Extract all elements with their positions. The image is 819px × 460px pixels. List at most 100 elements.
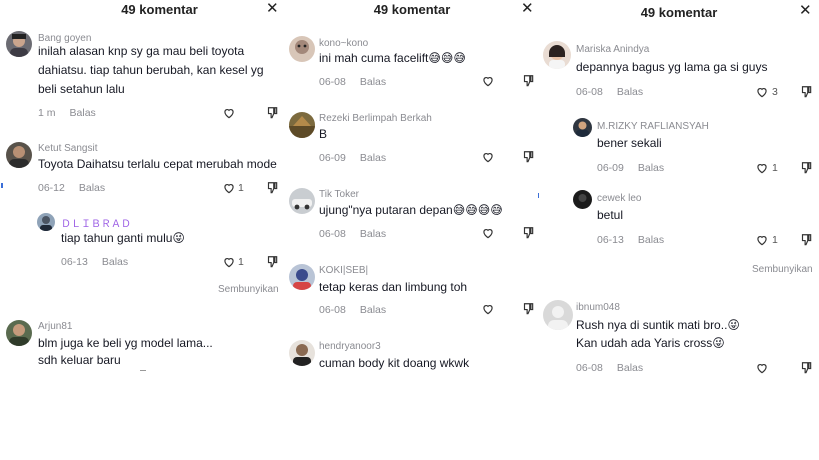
comments-count-title: 49 komentar [121, 2, 198, 17]
dislike-icon[interactable] [799, 233, 813, 247]
like-heart-icon[interactable] [481, 74, 495, 88]
reply-item: ＤＬＩＢＲＡＤ tiap tahun ganti mulu😜 06-13 Bala… [37, 213, 281, 273]
avatar[interactable] [543, 300, 573, 330]
reply-button[interactable]: Balas [638, 162, 664, 174]
comment-date: 06-08 [319, 304, 346, 316]
comment-item: hendryanoor3 cuman body kit doang wkwk [289, 340, 537, 380]
like-heart-icon[interactable] [481, 226, 495, 240]
reply-button[interactable]: Balas [102, 256, 128, 268]
like-heart-icon[interactable] [222, 181, 236, 195]
like-heart-icon[interactable] [755, 85, 769, 99]
comment-username[interactable]: Arjun81 [38, 321, 72, 332]
close-icon[interactable]: ✕ [521, 0, 534, 17]
like-count: 1 [772, 162, 778, 174]
scroll-marker [140, 370, 146, 371]
comments-header: 49 komentar ✕ [539, 0, 819, 22]
comment-date: 06-09 [597, 162, 624, 174]
comment-username[interactable]: Mariska Anindya [576, 44, 649, 55]
reply-button[interactable]: Balas [360, 304, 386, 316]
like-heart-icon[interactable] [481, 150, 495, 164]
dislike-icon[interactable] [265, 255, 279, 269]
comment-meta: 06-08 Balas [319, 228, 386, 240]
avatar[interactable] [289, 188, 315, 214]
close-icon[interactable]: ✕ [799, 1, 812, 19]
comments-header: 49 komentar ✕ [285, 0, 539, 22]
avatar[interactable] [573, 190, 592, 209]
hide-replies-button[interactable]: Sembunyikan [752, 264, 813, 275]
comment-username[interactable]: Rezeki Berlimpah Berkah [319, 113, 432, 124]
like-heart-icon[interactable] [222, 255, 236, 269]
comment-text-line: Kan udah ada Yaris cross😜 [576, 336, 725, 350]
comment-username[interactable]: kono~kono [319, 38, 368, 49]
comment-date: 06-08 [319, 228, 346, 240]
comment-date: 06-13 [597, 234, 624, 246]
comment-text: B [319, 127, 328, 141]
comment-date: 06-08 [576, 86, 603, 98]
reply-text: bener sekali [597, 136, 662, 150]
reply-button[interactable]: Balas [638, 234, 664, 246]
like-heart-icon[interactable] [755, 233, 769, 247]
avatar[interactable] [6, 320, 32, 346]
avatar[interactable] [289, 264, 315, 290]
comment-username[interactable]: KOKI|SEB| [319, 265, 368, 276]
comment-meta: 06-09 Balas [319, 152, 386, 164]
reply-username[interactable]: cewek leo [597, 193, 641, 204]
dislike-icon[interactable] [799, 85, 813, 99]
comment-time: 1 m [38, 107, 56, 119]
reply-button[interactable]: Balas [617, 86, 643, 98]
close-icon[interactable]: ✕ [266, 0, 279, 17]
comment-text: depannya bagus yg lama ga si guys [576, 60, 768, 74]
comment-meta: 06-08 Balas [576, 362, 643, 374]
like-heart-icon[interactable] [481, 302, 495, 316]
comment-text-line: blm juga ke beli yg model lama... [38, 336, 213, 350]
dislike-icon[interactable] [799, 361, 813, 375]
like-count: 3 [772, 86, 778, 98]
comment-text: ini mah cuma facelift😅😅😅 [319, 51, 466, 65]
dislike-icon[interactable] [521, 74, 535, 88]
reply-button[interactable]: Balas [617, 362, 643, 374]
avatar[interactable] [6, 142, 32, 168]
comment-text-line: beli setahun lalu [38, 82, 125, 96]
like-heart-icon[interactable] [755, 361, 769, 375]
hide-replies-button[interactable]: Sembunyikan [218, 284, 279, 295]
reply-username[interactable]: M.RIZKY RAFLIANSYAH [597, 121, 709, 132]
reply-button[interactable]: Balas [360, 228, 386, 240]
avatar[interactable] [6, 31, 32, 57]
reply-username[interactable]: ＤＬＩＢＲＡＤ [61, 215, 131, 230]
dislike-icon[interactable] [521, 226, 535, 240]
comment-username[interactable]: Tik Toker [319, 189, 359, 200]
comment-text-line: Rush nya di suntik mati bro..😜 [576, 318, 740, 332]
dislike-icon[interactable] [799, 161, 813, 175]
avatar[interactable] [289, 340, 315, 366]
comment-text-line: dahiatsu. tiap tahun berubah, kan kesel … [38, 63, 264, 77]
dislike-icon[interactable] [521, 302, 535, 316]
comment-username[interactable]: hendryanoor3 [319, 341, 381, 352]
comment-username[interactable]: ibnum048 [576, 302, 620, 313]
reply-button[interactable]: Balas [79, 182, 105, 194]
comments-panel-right: 49 komentar ✕ Mariska Anindya depannya b… [539, 0, 819, 395]
avatar[interactable] [37, 213, 55, 231]
like-heart-icon[interactable] [755, 161, 769, 175]
comment-meta: 06-12 Balas [38, 182, 105, 194]
like-heart-icon[interactable] [222, 106, 236, 120]
window-edge-marker [1, 183, 3, 188]
dislike-icon[interactable] [521, 150, 535, 164]
comments-header: 49 komentar ✕ [0, 0, 285, 22]
reply-button[interactable]: Balas [70, 107, 96, 119]
avatar[interactable] [543, 41, 571, 69]
comment-meta: 06-08 Balas [319, 76, 386, 88]
comment-date: 06-09 [319, 152, 346, 164]
dislike-icon[interactable] [265, 181, 279, 195]
dislike-icon[interactable] [265, 106, 279, 120]
comment-item: KOKI|SEB| tetap keras dan limbung toh 06… [289, 264, 537, 319]
comment-username[interactable]: Ketut Sangsit [38, 143, 97, 154]
avatar[interactable] [573, 118, 592, 137]
reply-text: betul [597, 208, 624, 222]
reply-button[interactable]: Balas [360, 152, 386, 164]
comment-date: 06-08 [576, 362, 603, 374]
comments-count-title: 49 komentar [373, 2, 451, 17]
avatar[interactable] [289, 112, 315, 138]
comment-date: 06-13 [61, 256, 88, 268]
reply-button[interactable]: Balas [360, 76, 386, 88]
avatar[interactable] [289, 36, 315, 62]
